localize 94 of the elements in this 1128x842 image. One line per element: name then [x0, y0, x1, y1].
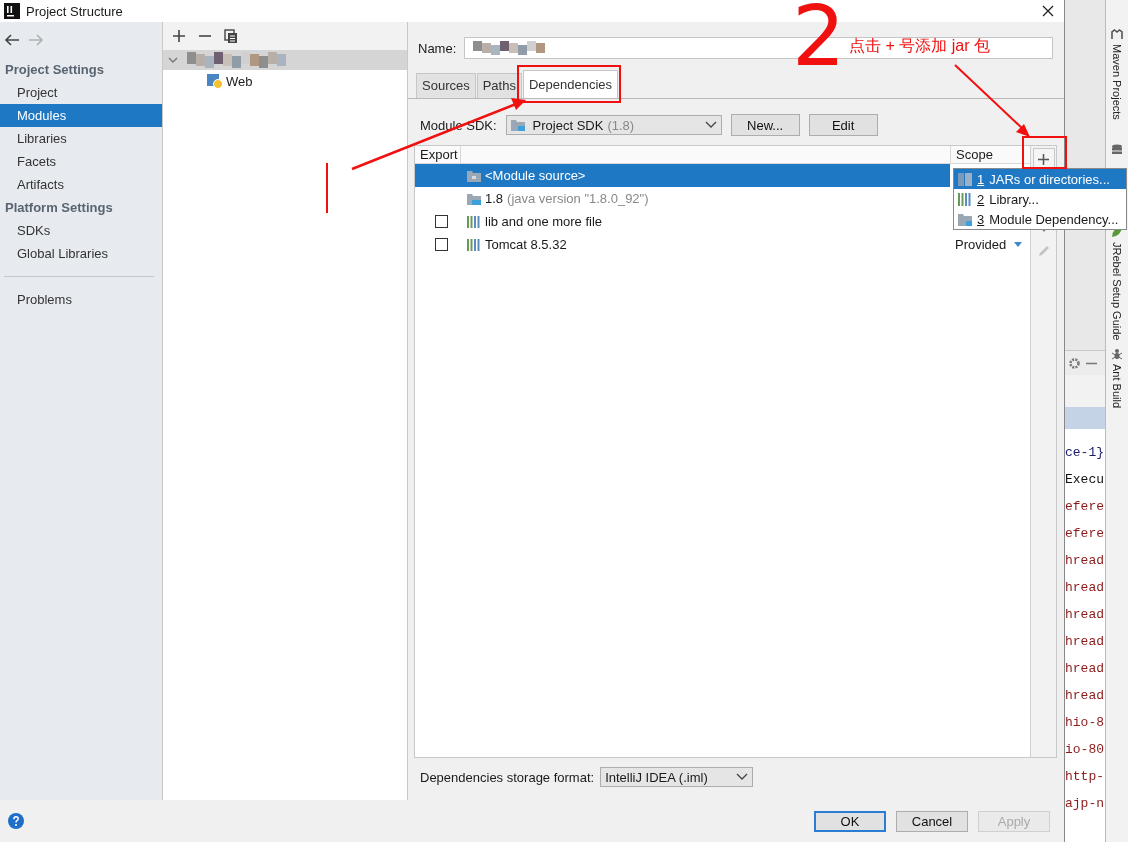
code-line: efere — [1065, 525, 1105, 543]
sidebar-item[interactable]: Facets — [0, 150, 162, 173]
sidebar-item[interactable]: Libraries — [0, 127, 162, 150]
menu-item[interactable]: 1 JARs or directories... — [954, 169, 1126, 189]
code-line: Execu — [1065, 471, 1105, 489]
caret-icon — [736, 773, 749, 781]
highlight-box — [1022, 136, 1067, 169]
menu-item-label: Library... — [989, 191, 1039, 207]
tool-window-tab[interactable]: Ant Build — [1111, 364, 1123, 409]
code-line: io-80 — [1065, 741, 1105, 759]
export-checkbox[interactable] — [434, 215, 448, 228]
export-checkbox[interactable] — [434, 238, 448, 251]
sdk-dropdown[interactable]: Project SDK (1.8) — [505, 115, 722, 135]
tree-node[interactable]: Web — [163, 70, 407, 92]
library-icon — [958, 192, 972, 206]
dependency-name: lib and one more file — [485, 214, 603, 229]
close-icon[interactable] — [1042, 5, 1054, 17]
sidebar-item[interactable]: Problems — [0, 288, 162, 311]
sidebar-item[interactable]: SDKs — [0, 219, 162, 242]
database-icon[interactable] — [1111, 143, 1123, 156]
caret-icon — [704, 121, 717, 129]
plus-icon — [1038, 153, 1049, 165]
section-heading: Platform Settings — [4, 199, 114, 217]
sdk-button[interactable]: New... — [730, 114, 800, 136]
column-header[interactable]: Export — [415, 146, 461, 163]
chevron-down-icon[interactable] — [167, 55, 179, 65]
tool-window-tab[interactable]: Maven Projects — [1111, 44, 1123, 120]
help-icon[interactable] — [8, 813, 24, 829]
folder-icon — [467, 169, 481, 182]
library-icon — [467, 238, 481, 251]
tab[interactable]: Paths — [476, 73, 522, 98]
add-button[interactable] — [1032, 148, 1055, 170]
folder-icon — [958, 212, 972, 226]
back-arrow-icon[interactable] — [4, 34, 20, 46]
sidebar-item[interactable]: Modules — [0, 104, 162, 127]
code-line: ajp-n — [1065, 795, 1105, 813]
code-line: hread — [1065, 579, 1105, 597]
code-line: hread — [1065, 687, 1105, 705]
table-row[interactable]: <Module source> — [415, 164, 950, 187]
sidebar-item[interactable]: Global Libraries — [0, 242, 162, 265]
ant-icon[interactable] — [1111, 348, 1123, 361]
dialog-button[interactable]: OK — [814, 810, 886, 832]
tab[interactable]: Sources — [416, 73, 476, 98]
panel-header-bar — [1065, 407, 1105, 429]
tab[interactable]: Dependencies — [522, 70, 619, 98]
folder-icon — [510, 119, 525, 131]
code-line: ce-1} — [1065, 444, 1105, 462]
table-row[interactable]: 1.8 (java version "1.8.0_92") — [415, 187, 950, 210]
dependency-name: 1.8 — [485, 191, 504, 206]
tree-node[interactable] — [163, 50, 407, 70]
annotation-note: 点击 + 号添加 jar 包 — [849, 36, 990, 56]
scope-dropdown[interactable]: Provided — [950, 237, 1030, 252]
sdk-button[interactable]: Edit — [808, 114, 878, 136]
storage-format-dropdown[interactable]: IntelliJ IDEA (.iml) — [600, 767, 754, 787]
sidebar-item[interactable]: Project — [0, 81, 162, 104]
table-row[interactable]: lib and one more file — [415, 210, 950, 233]
jar-icon — [958, 172, 972, 186]
menu-shortcut-number: 1 — [977, 171, 985, 187]
folder-icon — [467, 192, 481, 205]
code-line: hread — [1065, 633, 1105, 651]
menu-shortcut-number: 3 — [977, 211, 985, 227]
library-icon — [467, 215, 481, 228]
add-icon[interactable] — [171, 28, 187, 44]
menu-item-label: JARs or directories... — [989, 171, 1110, 187]
column-header[interactable]: Scope — [951, 146, 1030, 163]
tool-window-tab[interactable]: JRebel Setup Guide — [1111, 241, 1123, 341]
dialog-button[interactable]: Cancel — [896, 810, 968, 832]
maven-icon[interactable] — [1111, 28, 1123, 40]
gear-icon[interactable] — [1069, 357, 1080, 369]
web-facet-icon — [207, 73, 223, 89]
dependency-name: Tomcat 8.5.32 — [485, 237, 567, 252]
code-line: hread — [1065, 552, 1105, 570]
app-logo-icon — [4, 3, 20, 19]
menu-item[interactable]: 2 Library... — [954, 189, 1126, 209]
code-line: hread — [1065, 660, 1105, 678]
window-title: Project Structure — [26, 3, 123, 19]
menu-item-label: Module Dependency... — [989, 211, 1119, 227]
dependency-name: <Module source> — [485, 168, 586, 183]
code-line: hread — [1065, 606, 1105, 624]
menu-item[interactable]: 3 Module Dependency... — [954, 209, 1126, 229]
field-label: Name: — [418, 40, 457, 56]
field-label: Dependencies storage format: — [420, 769, 595, 785]
code-line: hio-8 — [1065, 714, 1105, 732]
section-heading: Project Settings — [4, 61, 105, 79]
annotation-line — [326, 162, 328, 214]
code-line: efere — [1065, 498, 1105, 516]
dependency-detail: (java version "1.8.0_92") — [507, 191, 649, 206]
handwritten-step-number: 2 — [792, 0, 846, 78]
menu-shortcut-number: 2 — [977, 191, 985, 207]
table-row[interactable]: Tomcat 8.5.32 Provided — [415, 233, 1030, 256]
copy-icon[interactable] — [223, 28, 239, 44]
caret-icon — [1014, 242, 1023, 247]
code-line: http- — [1065, 768, 1105, 786]
sidebar-item[interactable]: Artifacts — [0, 173, 162, 196]
